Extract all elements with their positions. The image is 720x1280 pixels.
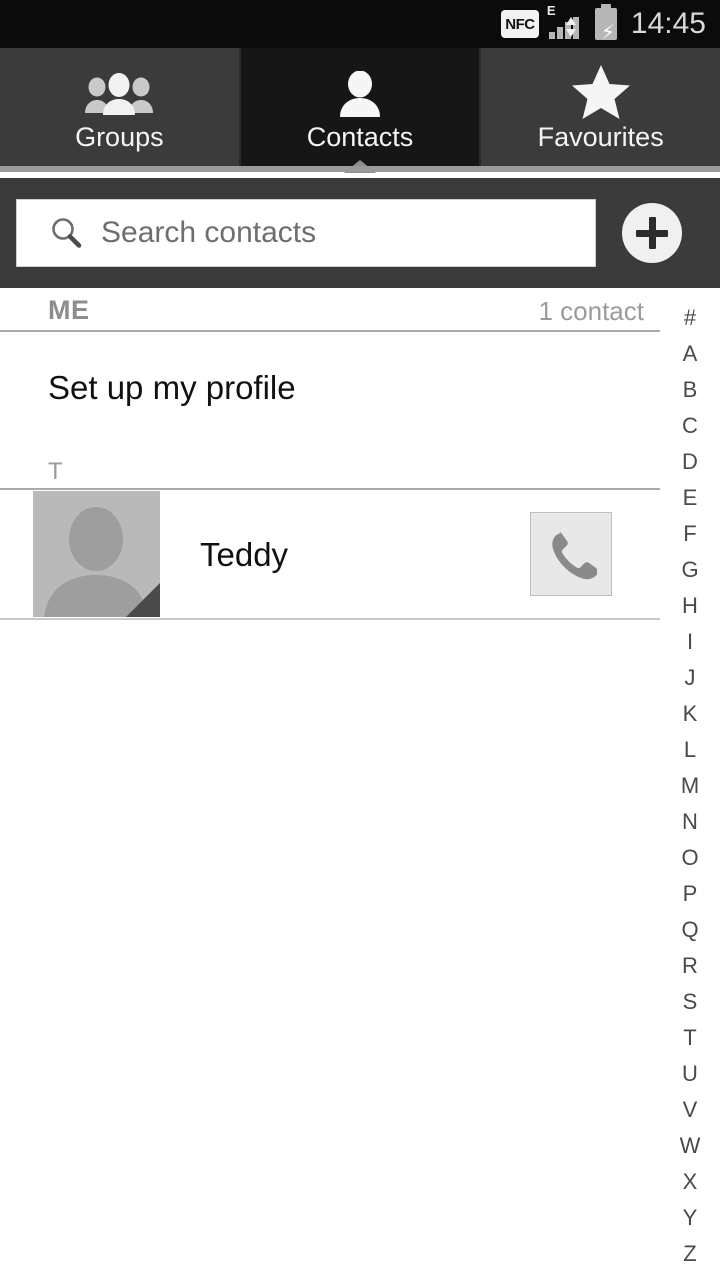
- index-item[interactable]: M: [660, 768, 720, 804]
- status-bar-clock: 14:45: [630, 7, 706, 40]
- people-group-icon: [83, 65, 155, 121]
- index-item[interactable]: T: [660, 1020, 720, 1056]
- index-item[interactable]: P: [660, 876, 720, 912]
- section-title-t: T: [48, 458, 63, 485]
- section-header-t: T: [0, 442, 660, 490]
- contacts-app-screen: NFC E ⚡ 14:45 Groups Contacts Favourites…: [0, 0, 720, 1280]
- plus-icon: [636, 217, 668, 249]
- index-item[interactable]: H: [660, 588, 720, 624]
- index-item[interactable]: X: [660, 1164, 720, 1200]
- index-item[interactable]: G: [660, 552, 720, 588]
- search-placeholder-text: Search contacts: [101, 216, 317, 249]
- person-icon: [331, 65, 389, 121]
- list-item-setup-profile[interactable]: Set up my profile: [0, 332, 660, 442]
- index-item[interactable]: L: [660, 732, 720, 768]
- contact-list: ME 1 contact Set up my profile T Teddy: [0, 288, 660, 1280]
- list-item-contact[interactable]: Teddy: [0, 490, 660, 620]
- index-item[interactable]: V: [660, 1092, 720, 1128]
- account-corner-badge-icon: [126, 583, 160, 617]
- status-icon-group: NFC E ⚡ 14:45: [500, 3, 720, 42]
- tab-bar: Groups Contacts Favourites: [0, 48, 720, 173]
- contact-name: Teddy: [200, 535, 289, 573]
- section-header-me: ME 1 contact: [0, 288, 660, 332]
- add-contact-button[interactable]: [622, 203, 682, 263]
- search-icon: [49, 216, 83, 250]
- setup-profile-label: Set up my profile: [48, 368, 296, 406]
- index-item[interactable]: A: [660, 336, 720, 372]
- battery-charging-icon: ⚡: [594, 4, 617, 42]
- tab-groups-label: Groups: [75, 122, 164, 153]
- index-item[interactable]: Y: [660, 1200, 720, 1236]
- tab-groups[interactable]: Groups: [0, 48, 239, 172]
- index-item[interactable]: R: [660, 948, 720, 984]
- data-transfer-icon: [565, 17, 576, 37]
- index-item[interactable]: #: [660, 300, 720, 336]
- index-item[interactable]: D: [660, 444, 720, 480]
- search-input[interactable]: Search contacts: [16, 199, 596, 267]
- tab-bar-underline: [0, 166, 720, 172]
- section-title-me: ME: [48, 295, 90, 325]
- nfc-icon: NFC: [500, 10, 539, 38]
- index-item[interactable]: F: [660, 516, 720, 552]
- index-item[interactable]: S: [660, 984, 720, 1020]
- section-contact-count: 1 contact: [538, 296, 644, 326]
- index-item[interactable]: N: [660, 804, 720, 840]
- signal-bars-icon: E: [546, 3, 587, 41]
- tab-favourites[interactable]: Favourites: [479, 48, 720, 172]
- tab-contacts[interactable]: Contacts: [238, 48, 480, 173]
- index-item[interactable]: E: [660, 480, 720, 516]
- star-icon: [570, 65, 632, 121]
- network-type-label: E: [546, 3, 556, 18]
- tab-contacts-label: Contacts: [306, 122, 414, 153]
- index-item[interactable]: B: [660, 372, 720, 408]
- tab-favourites-label: Favourites: [537, 122, 664, 153]
- index-item[interactable]: I: [660, 624, 720, 660]
- index-item[interactable]: K: [660, 696, 720, 732]
- call-contact-button[interactable]: [530, 512, 612, 596]
- search-bar: Search contacts: [0, 178, 720, 288]
- avatar: [33, 491, 160, 617]
- index-item[interactable]: J: [660, 660, 720, 696]
- status-bar: NFC E ⚡ 14:45: [0, 0, 720, 48]
- index-item[interactable]: O: [660, 840, 720, 876]
- index-item[interactable]: W: [660, 1128, 720, 1164]
- phone-handset-icon: [552, 532, 597, 580]
- alphabet-index-scrubber[interactable]: # A B C D E F G H I J K L M N O P Q R S …: [660, 288, 720, 1280]
- index-item[interactable]: C: [660, 408, 720, 444]
- index-item[interactable]: U: [660, 1056, 720, 1092]
- index-item[interactable]: Q: [660, 912, 720, 948]
- index-item[interactable]: Z: [660, 1236, 720, 1272]
